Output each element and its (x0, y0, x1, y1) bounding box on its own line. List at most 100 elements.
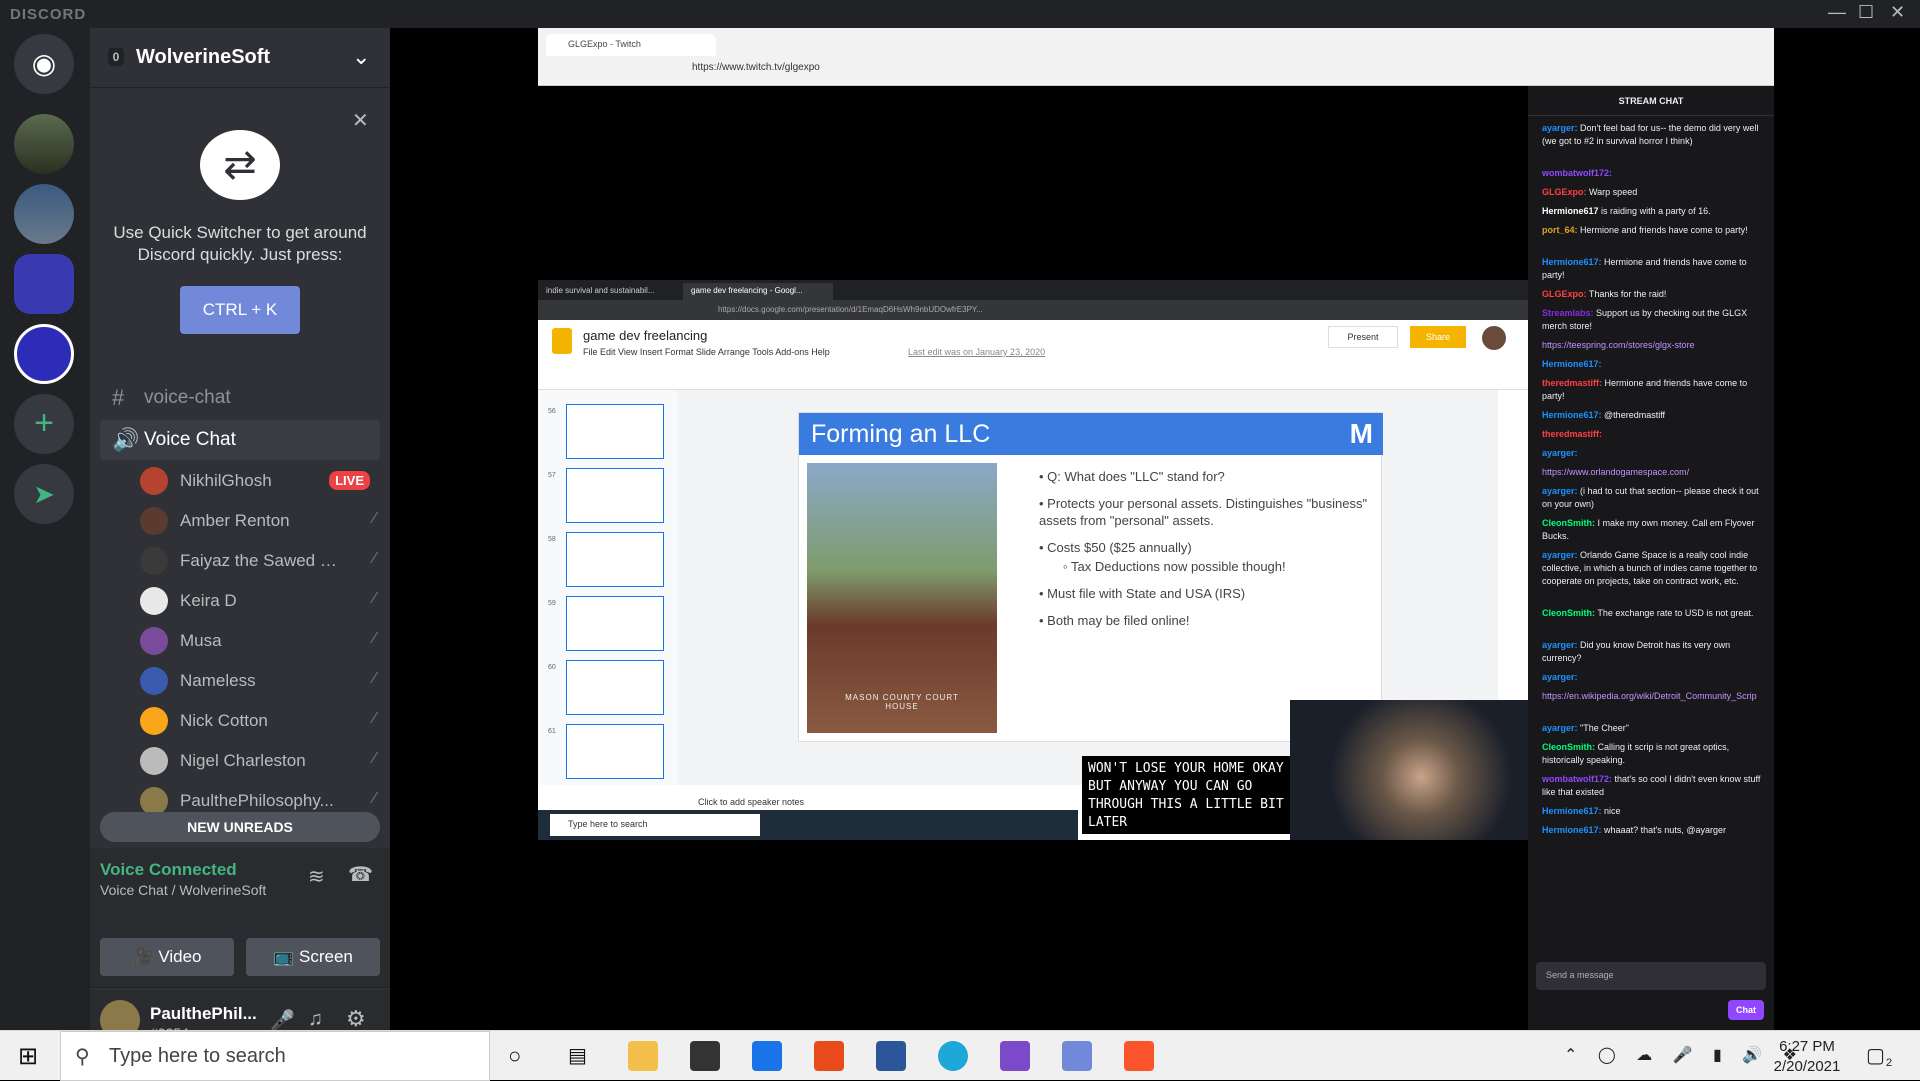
chat-username[interactable]: ayarger: (1542, 640, 1578, 650)
discord-taskbar-icon[interactable] (1062, 1041, 1092, 1071)
chat-username[interactable]: Hermione617: (1542, 806, 1602, 816)
chat-username[interactable]: wombatwolf172: (1542, 774, 1612, 784)
current-slide[interactable]: Forming an LLC M MASON COUNTY COURT HOUS… (798, 412, 1383, 742)
headphones-icon[interactable]: ♫ (308, 1008, 323, 1031)
server-icon-2[interactable] (14, 184, 74, 244)
inner-tab-2[interactable]: game dev freelancing - Googl... (683, 283, 833, 300)
browser-url[interactable]: https://www.twitch.tv/glgexpo (692, 62, 820, 73)
gear-icon[interactable]: ⚙ (346, 1006, 366, 1032)
server-icon-1[interactable] (14, 114, 74, 174)
clock[interactable]: 6:27 PM 2/20/2021 (1762, 1037, 1852, 1077)
chat-username[interactable]: ayarger: (1542, 550, 1578, 560)
chat-username[interactable]: GLGExpo: (1542, 289, 1587, 299)
channel-voice-chat[interactable]: 🔊 Voice Chat (100, 420, 380, 460)
voice-connected-location[interactable]: Voice Chat / WolverineSoft (100, 882, 266, 898)
discord-home-icon[interactable]: ◉ (14, 34, 74, 94)
slide-thumbnail[interactable] (566, 468, 664, 523)
present-button[interactable]: Present (1328, 326, 1398, 348)
chat-text[interactable]: https://en.wikipedia.org/wiki/Detroit_Co… (1542, 691, 1757, 701)
server-icon-3[interactable] (14, 254, 74, 314)
chat-send-button[interactable]: Chat (1728, 1000, 1764, 1020)
chat-text[interactable]: https://www.orlandogamespace.com/ (1542, 467, 1689, 477)
voice-user[interactable]: Keira D ∕ (140, 582, 380, 618)
chat-username[interactable]: wombatwolf172: (1542, 168, 1612, 178)
file-explorer-icon[interactable] (628, 1041, 658, 1071)
task-view-icon[interactable]: ▤ (568, 1043, 587, 1068)
chat-username[interactable]: ayarger: (1542, 486, 1578, 496)
slide-thumbnail[interactable] (566, 724, 664, 779)
slide-thumbnail[interactable] (566, 404, 664, 459)
chat-username[interactable]: Hermione617: (1542, 359, 1602, 369)
server-header[interactable]: 0 WolverineSoft ⌄ (90, 28, 390, 88)
chat-username[interactable]: Hermione617 (1542, 206, 1599, 216)
chat-text[interactable]: https://teespring.com/stores/glgx-store (1542, 340, 1695, 350)
account-avatar[interactable] (1482, 326, 1506, 350)
inner-search[interactable]: Type here to search (550, 814, 760, 836)
wolverinesoft-server-icon[interactable] (14, 324, 74, 384)
ctrl-k-button[interactable]: CTRL + K (180, 286, 300, 334)
chat-username[interactable]: CleonSmith: (1542, 518, 1595, 528)
voice-user[interactable]: NikhilGhosh LIVE (140, 462, 380, 498)
maximize-icon[interactable]: ☐ (1858, 2, 1874, 23)
voice-user[interactable]: Nick Cotton ∕ (140, 702, 380, 738)
voice-user[interactable]: Amber Renton ∕ (140, 502, 380, 538)
store-icon[interactable] (690, 1041, 720, 1071)
notification-icon[interactable]: ▢ (1866, 1043, 1885, 1068)
username: PaulthePhil... (150, 1004, 257, 1023)
chevron-down-icon[interactable]: ⌄ (352, 44, 370, 70)
voice-user[interactable]: Faiyaz the Sawed of... ∕ (140, 542, 380, 578)
word-icon[interactable] (876, 1041, 906, 1071)
share-button[interactable]: Share (1410, 326, 1466, 348)
browser-tab[interactable]: GLGExpo - Twitch (546, 34, 716, 56)
slide-thumbnail[interactable] (566, 660, 664, 715)
chat-username[interactable]: theredmastiff: (1542, 429, 1602, 439)
new-unreads-button[interactable]: NEW UNREADS (100, 812, 380, 842)
chat-username[interactable]: port_64: (1542, 225, 1578, 235)
screen-share-button[interactable]: 📺 Screen (246, 938, 380, 976)
slide-thumbnail[interactable] (566, 596, 664, 651)
video-button[interactable]: 🎥 Video (100, 938, 234, 976)
chat-username[interactable]: GLGExpo: (1542, 187, 1587, 197)
minimize-icon[interactable]: — (1828, 2, 1846, 23)
chat-username[interactable]: CleonSmith: (1542, 608, 1595, 618)
chat-username[interactable]: Hermione617: (1542, 410, 1602, 420)
speaker-notes[interactable]: Click to add speaker notes (698, 797, 804, 807)
chat-username[interactable]: Hermione617: (1542, 257, 1602, 267)
voice-connected-status[interactable]: Voice Connected (100, 860, 237, 880)
voice-user[interactable]: Musa ∕ (140, 622, 380, 658)
cortana-icon[interactable]: ○ (508, 1043, 521, 1069)
windows-start-icon[interactable]: ⊞ (18, 1042, 38, 1071)
chat-username[interactable]: ayarger: (1542, 448, 1578, 458)
add-server-icon[interactable]: + (14, 394, 74, 454)
office-icon[interactable] (814, 1041, 844, 1071)
mail-icon[interactable] (752, 1041, 782, 1071)
chat-input[interactable]: Send a message (1536, 962, 1766, 990)
chat-username[interactable]: CleonSmith: (1542, 742, 1595, 752)
channel-voice-chat-text[interactable]: # voice-chat (100, 378, 380, 418)
chat-message: ayarger: Don't feel bad for us-- the dem… (1542, 122, 1766, 148)
chat-username[interactable]: ayarger: (1542, 723, 1578, 733)
last-edit[interactable]: Last edit was on January 23, 2020 (908, 347, 1045, 357)
explore-icon[interactable]: ➤ (14, 464, 74, 524)
taskbar-search[interactable]: ⚲ Type here to search (60, 1031, 490, 1081)
voice-user-name: PaulthePhilosophy... (180, 791, 334, 810)
chat-username[interactable]: Hermione617: (1542, 825, 1602, 835)
visual-studio-icon[interactable] (1000, 1041, 1030, 1071)
close-icon[interactable]: ✕ (1890, 2, 1905, 23)
inner-url[interactable]: https://docs.google.com/presentation/d/1… (538, 300, 1528, 320)
chat-username[interactable]: ayarger: (1542, 123, 1578, 133)
disconnect-icon[interactable]: ☎ (348, 862, 373, 887)
edge-icon[interactable] (938, 1041, 968, 1071)
brave-icon[interactable] (1124, 1041, 1154, 1071)
doc-menu[interactable]: File Edit View Insert Format Slide Arran… (583, 347, 830, 357)
chat-username[interactable]: ayarger: (1542, 672, 1578, 682)
voice-user[interactable]: Nameless ∕ (140, 662, 380, 698)
chat-username[interactable]: Streamlabs: (1542, 308, 1594, 318)
noise-suppression-icon[interactable]: ≋ (308, 864, 325, 889)
inner-tab-1[interactable]: indie survival and sustainabil... (538, 283, 678, 300)
close-icon[interactable]: ✕ (352, 108, 369, 133)
voice-user[interactable]: Nigel Charleston ∕ (140, 742, 380, 778)
doc-title[interactable]: game dev freelancing (583, 328, 707, 343)
chat-username[interactable]: theredmastiff: (1542, 378, 1602, 388)
slide-thumbnail[interactable] (566, 532, 664, 587)
